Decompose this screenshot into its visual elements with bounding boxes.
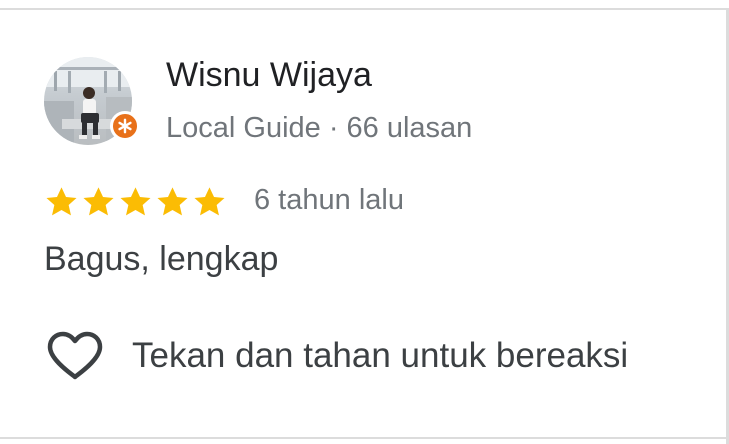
star-rating	[44, 185, 227, 220]
star-icon	[83, 187, 114, 216]
avatar[interactable]	[44, 57, 140, 147]
review-text: Bagus, lengkap	[44, 240, 279, 278]
author-meta: Local Guide · 66 ulasan	[166, 112, 473, 144]
author-name[interactable]: Wisnu Wijaya	[166, 56, 372, 95]
top-divider	[0, 8, 729, 10]
heart-outline-icon	[47, 331, 103, 380]
star-icon	[120, 187, 151, 216]
local-guide-badge	[110, 111, 140, 141]
react-button[interactable]: Tekan dan tahan untuk bereaksi	[46, 328, 628, 384]
star-icon	[157, 187, 188, 216]
bottom-divider	[0, 437, 729, 439]
react-label: Tekan dan tahan untuk bereaksi	[132, 336, 629, 375]
star-icon	[46, 187, 77, 216]
review-time: 6 tahun lalu	[254, 184, 404, 216]
local-guide-star-icon	[118, 118, 132, 134]
star-icon	[194, 187, 225, 216]
